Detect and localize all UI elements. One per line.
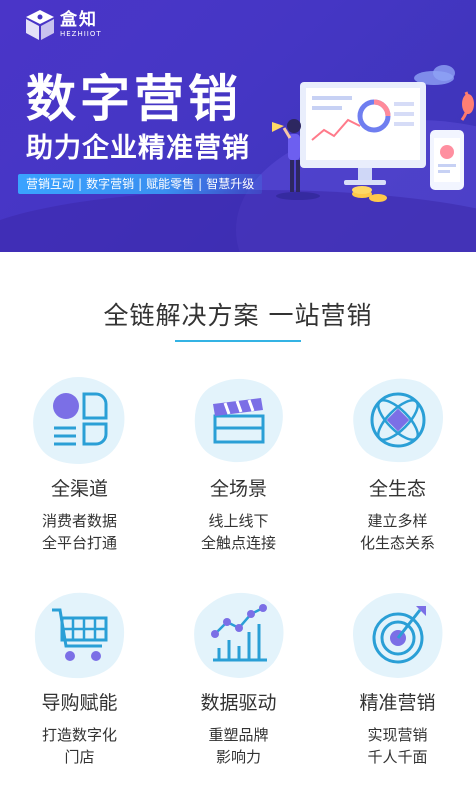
hero-tag: 营销互动 [26, 177, 75, 191]
feature-description: 消费者数据 全平台打通 [0, 510, 159, 554]
box-logo-icon [26, 10, 54, 40]
hero-subtitle: 助力企业精准营销 [26, 133, 250, 164]
hero-tag: 赋能零售 [146, 177, 195, 191]
feature-title: 全渠道 [50, 478, 108, 500]
feature-precision-marketing[interactable]: 精准营销 实现营销 千人千面 [318, 588, 476, 768]
feature-title: 全生态 [368, 478, 426, 500]
feature-desc-line: 全平台打通 [41, 534, 117, 552]
feature-description: 重塑品牌 影响力 [159, 724, 318, 768]
brand-name-cn: 盒知 [60, 10, 98, 30]
feature-omnichannel[interactable]: 全渠道 消费者数据 全平台打通 [0, 374, 159, 554]
hero-banner: 盒知 HEZHIIOT 数字营销 助力企业精准营销 营销互动 | 数字营销 | … [0, 0, 476, 252]
atom-icon [370, 392, 425, 448]
feature-shopping-guide[interactable]: 导购赋能 打造数字化 门店 [0, 588, 159, 768]
feature-description: 实现营销 千人千面 [318, 724, 476, 768]
feature-desc-line: 门店 [64, 748, 95, 766]
feature-desc-line: 千人千面 [367, 748, 428, 766]
feature-title: 全场景 [209, 478, 267, 500]
section-underline [175, 340, 301, 342]
brand-name-en: HEZHIIOT [60, 30, 102, 38]
marketing-illustration [272, 65, 474, 202]
shopping-cart-icon [51, 608, 107, 661]
hero-title: 数字营销 [26, 70, 242, 128]
feature-desc-line: 影响力 [215, 748, 261, 766]
brand-name: 盒知 HEZHIIOT [60, 11, 102, 39]
feature-desc-line: 实现营销 [367, 726, 428, 744]
feature-desc-line: 全触点连接 [200, 534, 276, 552]
clapperboard-icon [212, 398, 264, 444]
hero-tag-bar: 营销互动 | 数字营销 | 赋能零售 | 智慧升级 [18, 174, 263, 194]
feature-desc-line: 化生态关系 [359, 534, 435, 552]
channels-icon [52, 392, 107, 446]
feature-description: 线上线下 全触点连接 [159, 510, 318, 554]
feature-title: 精准营销 [359, 692, 436, 714]
feature-ecosystem[interactable]: 全生态 建立多样 化生态关系 [318, 374, 476, 554]
tag-separator: | [198, 177, 203, 191]
tag-separator: | [138, 177, 143, 191]
feature-data-driven[interactable]: 数据驱动 重塑品牌 影响力 [159, 588, 318, 768]
tag-separator: | [78, 177, 83, 191]
hero-tag: 智慧升级 [206, 177, 255, 191]
feature-description: 建立多样 化生态关系 [318, 510, 476, 554]
feature-title: 数据驱动 [200, 692, 277, 714]
feature-description: 打造数字化 门店 [0, 724, 159, 768]
feature-all-scenes[interactable]: 全场景 线上线下 全触点连接 [159, 374, 318, 554]
hero-tag: 数字营销 [86, 177, 135, 191]
brand-logo[interactable]: 盒知 HEZHIIOT [24, 8, 102, 42]
line-chart-icon [210, 604, 267, 662]
section-title: 全链解决方案 一站营销 [103, 301, 373, 330]
feature-desc-line: 线上线下 [208, 512, 269, 530]
feature-desc-line: 消费者数据 [41, 512, 117, 530]
feature-title: 导购赋能 [41, 692, 118, 714]
feature-desc-line: 重塑品牌 [208, 726, 269, 744]
feature-desc-line: 打造数字化 [41, 726, 117, 744]
target-icon [372, 606, 426, 664]
feature-desc-line: 建立多样 [367, 512, 428, 530]
